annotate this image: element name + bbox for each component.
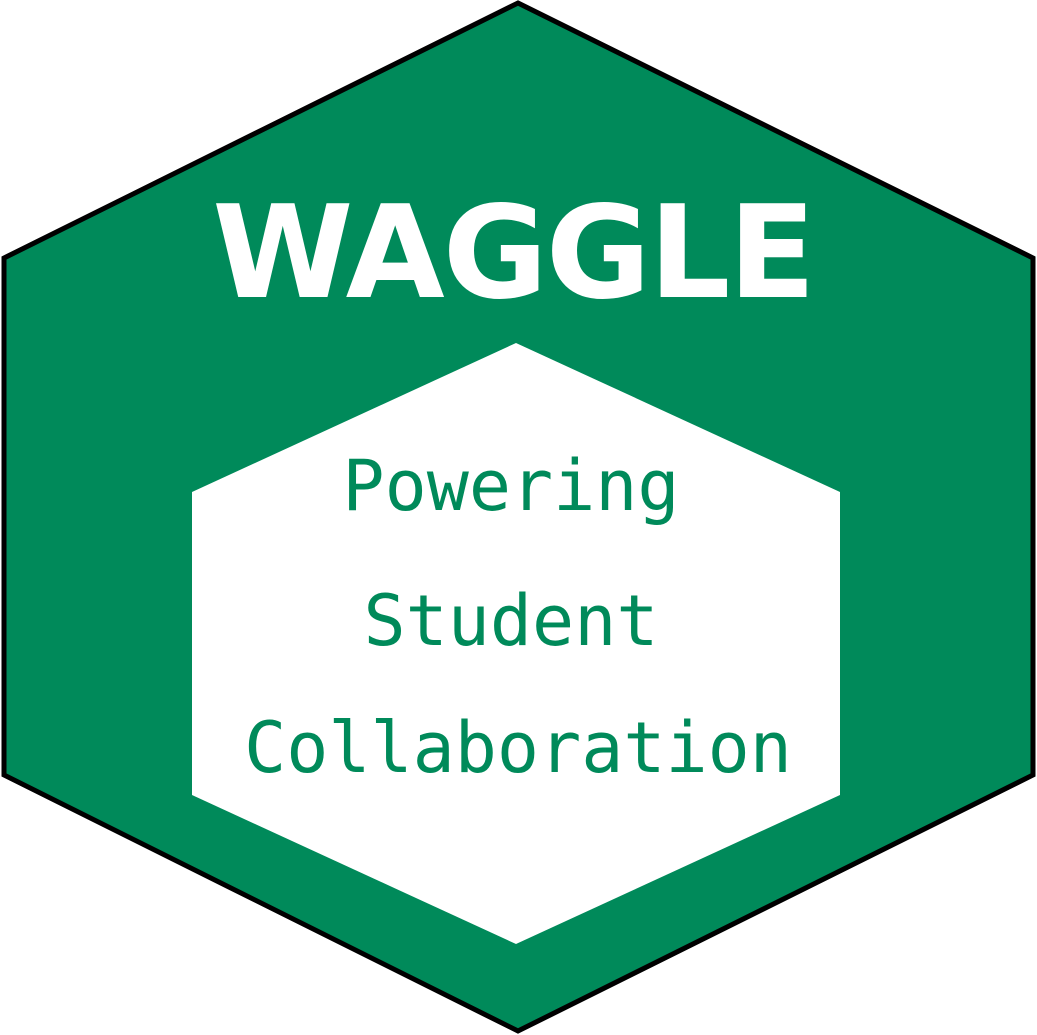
logo-title: WAGGLE — [212, 179, 814, 328]
tagline-line-3: Collaboration — [244, 707, 792, 789]
hexagon-badge-icon: WAGGLE Powering Student Collaboration — [1, 0, 1036, 1034]
tagline-line-2: Student — [363, 580, 658, 662]
tagline-line-1: Powering — [342, 445, 679, 527]
logo-badge: WAGGLE Powering Student Collaboration — [0, 0, 1037, 1035]
